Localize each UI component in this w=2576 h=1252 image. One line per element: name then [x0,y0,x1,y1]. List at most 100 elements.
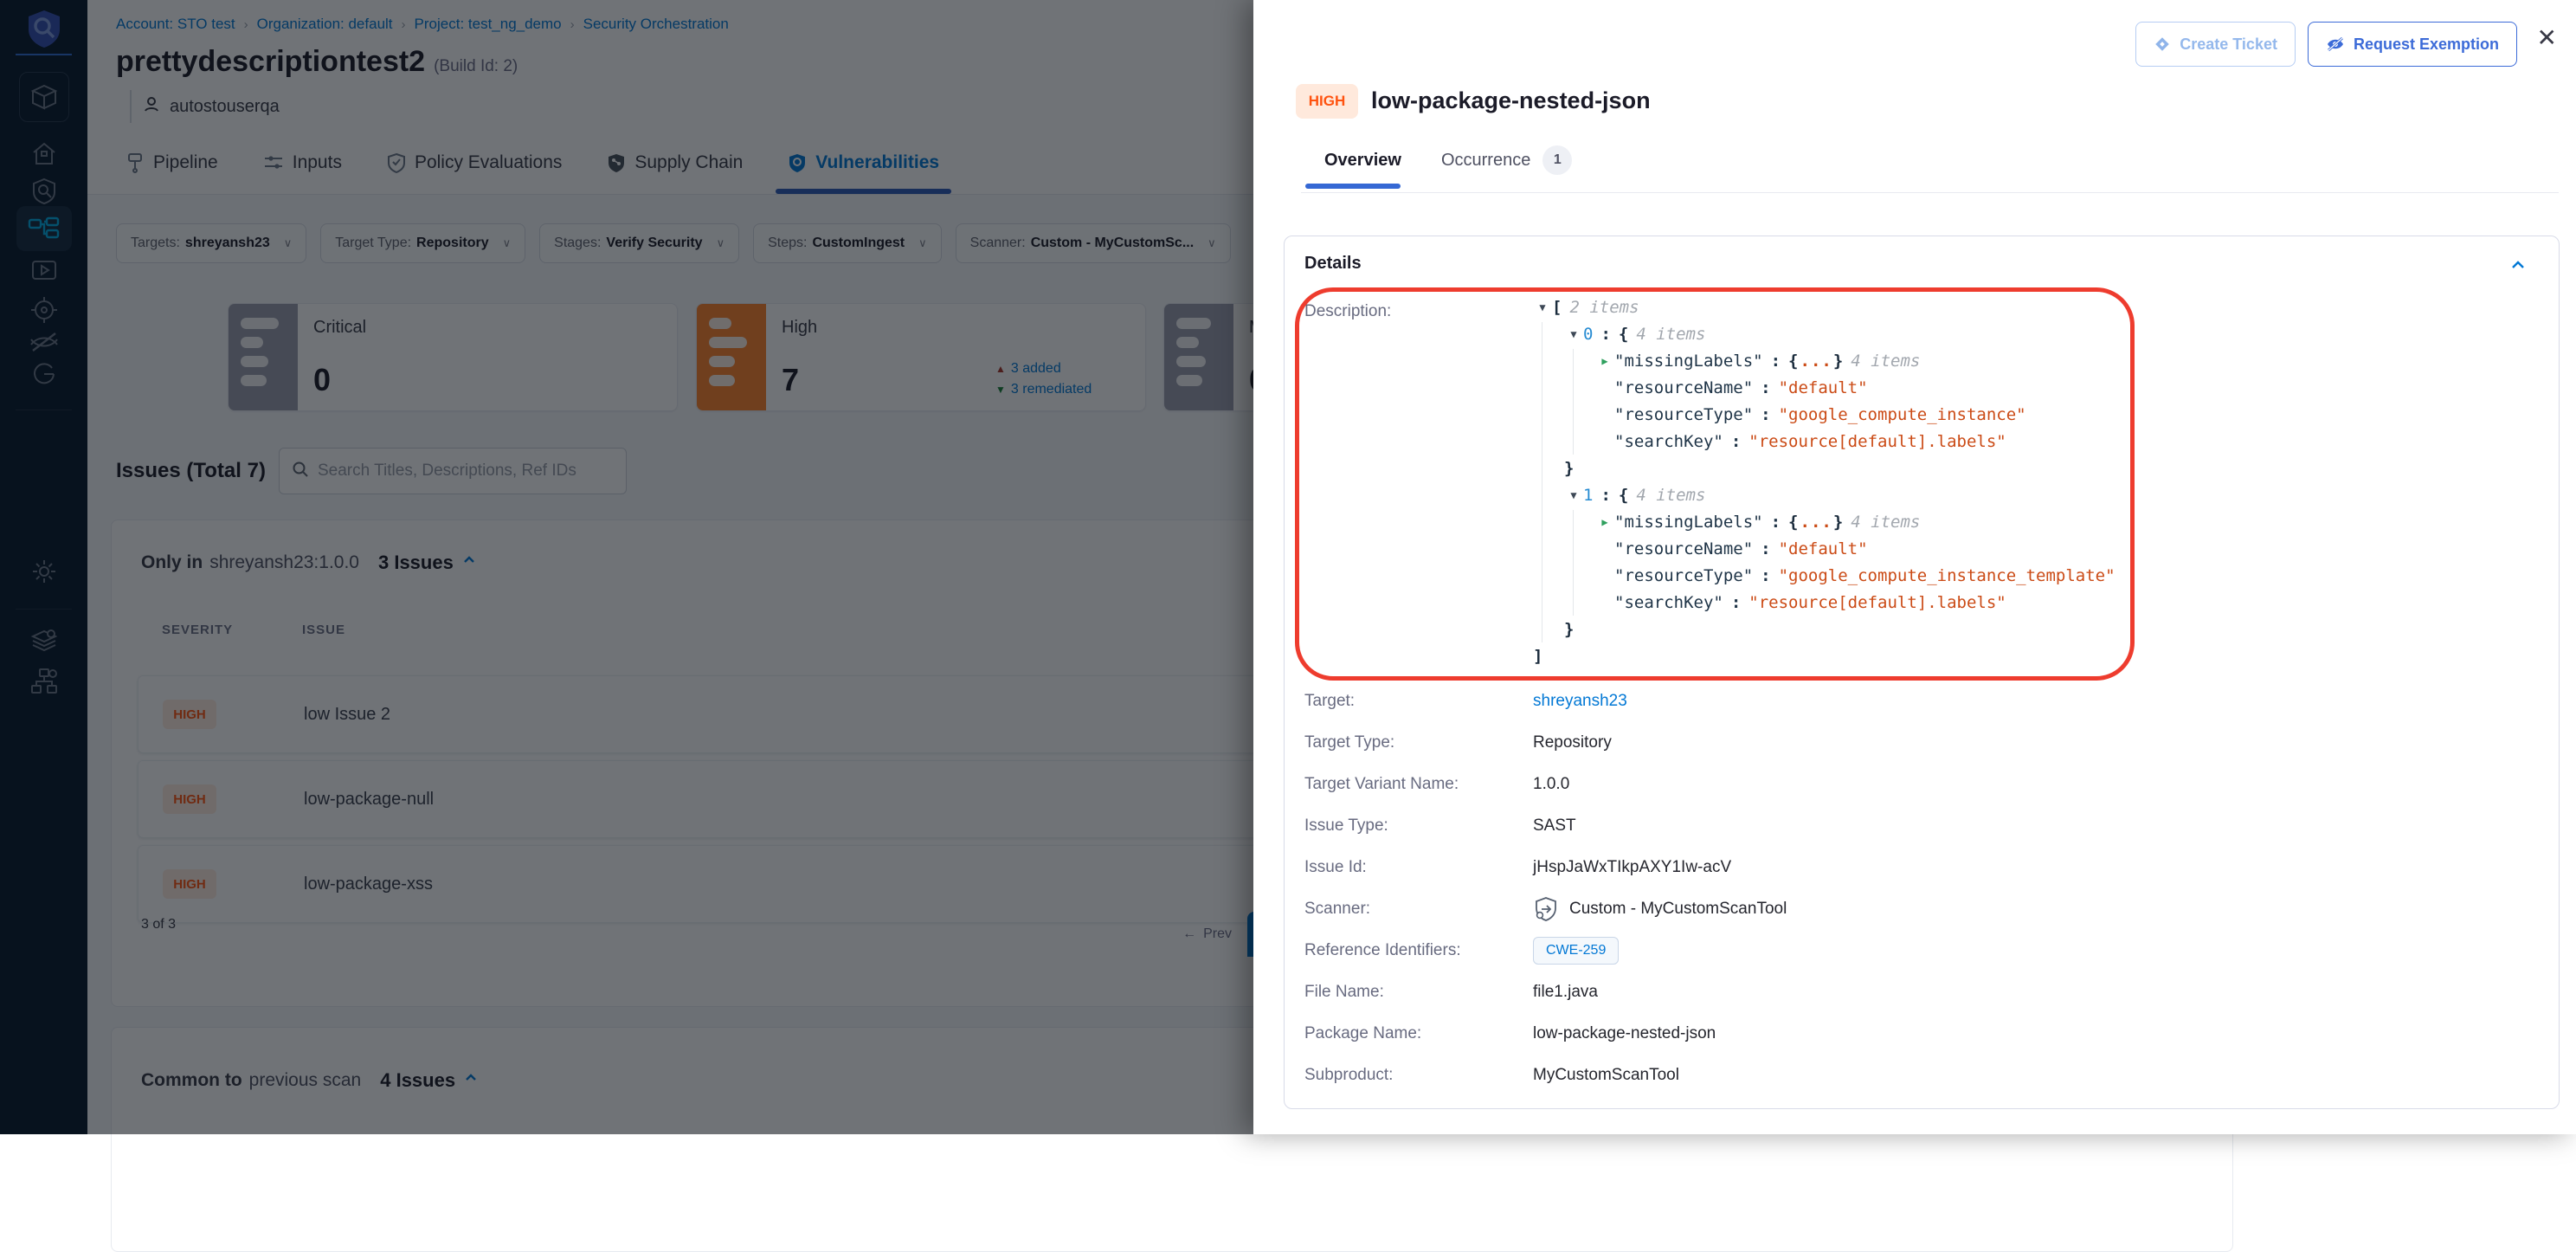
json-token: "missingLabels" [1614,352,1763,371]
json-token: : [1761,405,1770,424]
json-token: "resource[default].labels" [1748,432,2006,451]
field-label: Target Variant Name: [1304,775,1533,794]
json-token: [ [1552,298,1562,317]
field-row-target: Target:shreyansh23 [1304,687,2524,715]
json-token: } [1833,513,1843,532]
field-value: jHspJaWxTIkpAXY1Iw-acV [1533,858,1731,877]
scanner-name: Custom - MyCustomScanTool [1569,900,1787,919]
json-token: { [1619,325,1628,344]
json-indent-guide [1573,510,1574,616]
json-indent-guide [1573,349,1574,455]
json-token: 4 items [1851,513,1920,532]
json-token: : [1600,486,1610,505]
target-link[interactable]: shreyansh23 [1533,692,1627,711]
field-row-targettype: Target Type:Repository [1304,728,2524,757]
json-token: 0 [1583,325,1593,344]
json-token: "default" [1779,378,1868,397]
request-exemption-button[interactable]: Request Exemption [2308,22,2517,67]
drawer-scrim[interactable] [0,0,1253,1134]
json-token: 4 items [1636,486,1705,505]
json-token: "default" [1779,539,1868,558]
issue-fields: Target:shreyansh23 Target Type:Repository… [1304,687,2524,1102]
json-token: } [1564,620,1574,639]
description-label: Description: [1304,302,1391,321]
json-token: 2 items [1569,298,1639,317]
field-label: Target: [1304,692,1533,711]
json-token: "searchKey" [1614,593,1723,612]
issue-tabs: Overview Occurrence1 [1324,145,1572,175]
json-line: "searchKey":"resource[default].labels" [1533,589,2123,616]
field-row-targetvariantname: Target Variant Name:1.0.0 [1304,770,2524,798]
json-token: : [1761,378,1770,397]
details-heading: Details [1304,254,1362,274]
issue-title: low-package-nested-json [1371,87,1651,114]
details-card: Details Description: ▼[2 items▼0:{4 item… [1284,236,2560,1109]
active-tab-underline [1305,184,1401,189]
exemption-slash-icon [2326,35,2345,53]
expand-node-icon[interactable]: ▶ [1595,516,1614,528]
json-token: } [1833,352,1843,371]
issue-details-drawer: ✕ Create Ticket Request Exemption HIGH lo… [1253,0,2576,1134]
json-token: 4 items [1851,352,1920,371]
json-line: ] [1533,642,2123,669]
field-label: Package Name: [1304,1024,1533,1043]
json-token: "google_compute_instance_template" [1779,566,2116,585]
field-value: Custom - MyCustomScanTool [1533,896,1787,922]
json-token: : [1771,352,1781,371]
issue-severity-badge: HIGH [1296,84,1358,119]
button-label: Request Exemption [2354,35,2499,54]
collapse-node-icon[interactable]: ▼ [1564,489,1583,501]
cwe-reference-pill[interactable]: CWE-259 [1533,937,1619,965]
close-icon[interactable]: ✕ [2537,26,2557,50]
json-token: { [1619,486,1628,505]
collapse-node-icon[interactable]: ▼ [1564,328,1583,340]
field-value: low-package-nested-json [1533,1024,1716,1043]
tabs-divider [1301,192,2559,193]
json-token: : [1600,325,1610,344]
json-token: ... [1800,513,1832,532]
drawer-tab-label: Occurrence [1441,151,1530,171]
drawer-actions: Create Ticket Request Exemption [2135,22,2517,67]
json-token: 4 items [1636,325,1705,344]
field-label: File Name: [1304,983,1533,1002]
json-token: "resourceName" [1614,378,1753,397]
field-row-packagename: Package Name:low-package-nested-json [1304,1019,2524,1048]
json-line: ▼0: {4 items [1533,320,2123,347]
field-row-subproduct: Subproduct:MyCustomScanTool [1304,1061,2524,1089]
json-line: ▼1: {4 items [1533,481,2123,508]
json-token: 1 [1583,486,1593,505]
json-token: "resourceName" [1614,539,1753,558]
json-token: : [1771,513,1781,532]
json-line: "resourceType":"google_compute_instance" [1533,401,2123,428]
field-value: file1.java [1533,983,1598,1002]
json-token: { [1788,513,1798,532]
create-ticket-button[interactable]: Create Ticket [2135,22,2296,67]
collapse-node-icon[interactable]: ▼ [1533,301,1552,313]
field-label: Issue Id: [1304,858,1533,877]
json-line: } [1533,455,2123,481]
json-token: : [1761,539,1770,558]
field-row-scanner: Scanner: Custom - MyCustomScanTool [1304,894,2524,923]
json-token: { [1788,352,1798,371]
json-token: "google_compute_instance" [1779,405,2026,424]
collapse-details-icon[interactable] [2508,255,2528,279]
json-line: ▶"missingLabels": {...} 4 items [1533,347,2123,374]
json-token: ... [1800,352,1832,371]
json-token: "searchKey" [1614,432,1723,451]
description-json-viewer: ▼[2 items▼0:{4 items▶"missingLabels":{..… [1533,294,2123,669]
expand-node-icon[interactable]: ▶ [1595,355,1614,367]
drawer-tab-occurrence[interactable]: Occurrence1 [1441,145,1572,175]
field-value: MyCustomScanTool [1533,1066,1679,1085]
json-token: : [1731,432,1741,451]
field-value: CWE-259 [1533,937,1619,965]
diamond-ticket-icon [2154,35,2171,53]
field-row-referenceidentifiers: Reference Identifiers:CWE-259 [1304,936,2524,965]
field-value: Repository [1533,733,1612,752]
json-token: "missingLabels" [1614,513,1763,532]
button-label: Create Ticket [2180,35,2277,54]
drawer-tab-overview[interactable]: Overview [1324,151,1401,171]
field-label: Scanner: [1304,900,1533,919]
custom-scanner-icon [1533,896,1559,922]
json-token: "resource[default].labels" [1748,593,2006,612]
json-line: "resourceType":"google_compute_instance_… [1533,562,2123,589]
